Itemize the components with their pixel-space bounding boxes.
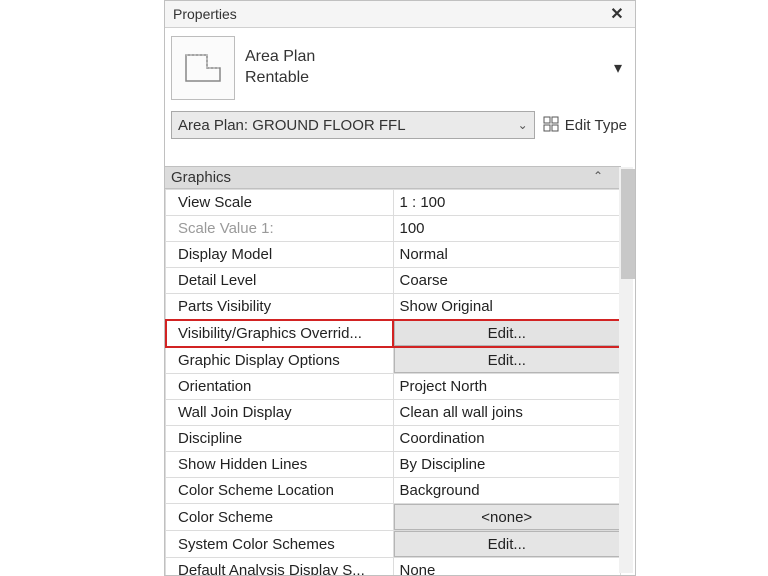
row-detail-level[interactable]: Detail Level Coarse [166, 268, 621, 294]
area-plan-thumbnail-icon [171, 36, 235, 100]
row-system-color-schemes[interactable]: System Color Schemes Edit... [166, 531, 621, 558]
panel-titlebar: Properties ✕ [165, 1, 635, 28]
row-view-scale[interactable]: View Scale 1 : 100 [166, 190, 621, 216]
value-default-analysis[interactable]: None [393, 558, 621, 576]
row-wall-join-display[interactable]: Wall Join Display Clean all wall joins [166, 400, 621, 426]
label-default-analysis: Default Analysis Display S... [166, 558, 394, 576]
button-sys-color-schemes-edit[interactable]: Edit... [394, 531, 621, 557]
label-detail-level: Detail Level [166, 268, 394, 294]
chevron-down-icon: ⌄ [518, 118, 528, 132]
type-selector-dropdown-icon[interactable]: ▾ [609, 58, 627, 78]
type-line-2: Rentable [245, 68, 599, 89]
button-gfx-display-edit[interactable]: Edit... [394, 347, 621, 373]
button-vis-graphics-edit[interactable]: Edit... [394, 320, 621, 346]
panel-title: Properties [173, 6, 607, 22]
type-line-1: Area Plan [245, 48, 315, 65]
close-icon[interactable]: ✕ [607, 4, 627, 24]
row-color-scheme-location[interactable]: Color Scheme Location Background [166, 478, 621, 504]
instance-row: Area Plan: GROUND FLOOR FFL ⌄ Edit Type [165, 108, 635, 142]
row-scale-value: Scale Value 1: 100 [166, 216, 621, 242]
properties-scroll-area: Graphics ⌃ View Scale 1 : 100 Scale Valu… [165, 166, 635, 575]
value-wall-join[interactable]: Clean all wall joins [393, 400, 621, 426]
value-color-scheme-loc[interactable]: Background [393, 478, 621, 504]
value-view-scale[interactable]: 1 : 100 [393, 190, 621, 216]
label-vis-graphics: Visibility/Graphics Overrid... [166, 320, 394, 347]
group-header-graphics[interactable]: Graphics ⌃ [165, 166, 621, 189]
collapse-icon[interactable]: ⌃ [593, 169, 603, 183]
group-title: Graphics [171, 169, 231, 186]
label-view-scale: View Scale [166, 190, 394, 216]
label-wall-join: Wall Join Display [166, 400, 394, 426]
label-scale-value: Scale Value 1: [166, 216, 394, 242]
label-orientation: Orientation [166, 374, 394, 400]
row-parts-visibility[interactable]: Parts Visibility Show Original [166, 294, 621, 320]
value-detail-level[interactable]: Coarse [393, 268, 621, 294]
instance-dropdown[interactable]: Area Plan: GROUND FLOOR FFL ⌄ [171, 111, 535, 139]
row-show-hidden-lines[interactable]: Show Hidden Lines By Discipline [166, 452, 621, 478]
type-selector-label: Area Plan Rentable [245, 47, 599, 89]
value-orientation[interactable]: Project North [393, 374, 621, 400]
instance-dropdown-label: Area Plan: GROUND FLOOR FFL [178, 117, 406, 134]
label-parts-visibility: Parts Visibility [166, 294, 394, 320]
row-orientation[interactable]: Orientation Project North [166, 374, 621, 400]
properties-table: View Scale 1 : 100 Scale Value 1: 100 Di… [165, 189, 621, 576]
label-color-scheme-loc: Color Scheme Location [166, 478, 394, 504]
edit-type-icon [543, 116, 561, 134]
label-gfx-display: Graphic Display Options [166, 347, 394, 374]
value-display-model[interactable]: Normal [393, 242, 621, 268]
edit-type-button[interactable]: Edit Type [541, 116, 629, 134]
type-selector[interactable]: Area Plan Rentable ▾ [165, 28, 635, 108]
label-color-scheme: Color Scheme [166, 504, 394, 531]
vertical-scrollbar[interactable] [619, 167, 633, 573]
button-color-scheme[interactable]: <none> [394, 504, 621, 530]
properties-table-wrap: Graphics ⌃ View Scale 1 : 100 Scale Valu… [165, 166, 621, 575]
label-sys-color-schemes: System Color Schemes [166, 531, 394, 558]
row-display-model[interactable]: Display Model Normal [166, 242, 621, 268]
row-default-analysis-display[interactable]: Default Analysis Display S... None [166, 558, 621, 576]
row-visibility-graphics-overrides[interactable]: Visibility/Graphics Overrid... Edit... [166, 320, 621, 347]
scrollbar-thumb[interactable] [621, 169, 636, 279]
label-display-model: Display Model [166, 242, 394, 268]
label-show-hidden: Show Hidden Lines [166, 452, 394, 478]
value-parts-visibility[interactable]: Show Original [393, 294, 621, 320]
value-scale-value: 100 [393, 216, 621, 242]
row-discipline[interactable]: Discipline Coordination [166, 426, 621, 452]
row-color-scheme[interactable]: Color Scheme <none> [166, 504, 621, 531]
value-show-hidden[interactable]: By Discipline [393, 452, 621, 478]
edit-type-label: Edit Type [565, 117, 627, 134]
label-discipline: Discipline [166, 426, 394, 452]
value-discipline[interactable]: Coordination [393, 426, 621, 452]
properties-panel: Properties ✕ Area Plan Rentable ▾ Area P… [164, 0, 636, 576]
row-graphic-display-options[interactable]: Graphic Display Options Edit... [166, 347, 621, 374]
